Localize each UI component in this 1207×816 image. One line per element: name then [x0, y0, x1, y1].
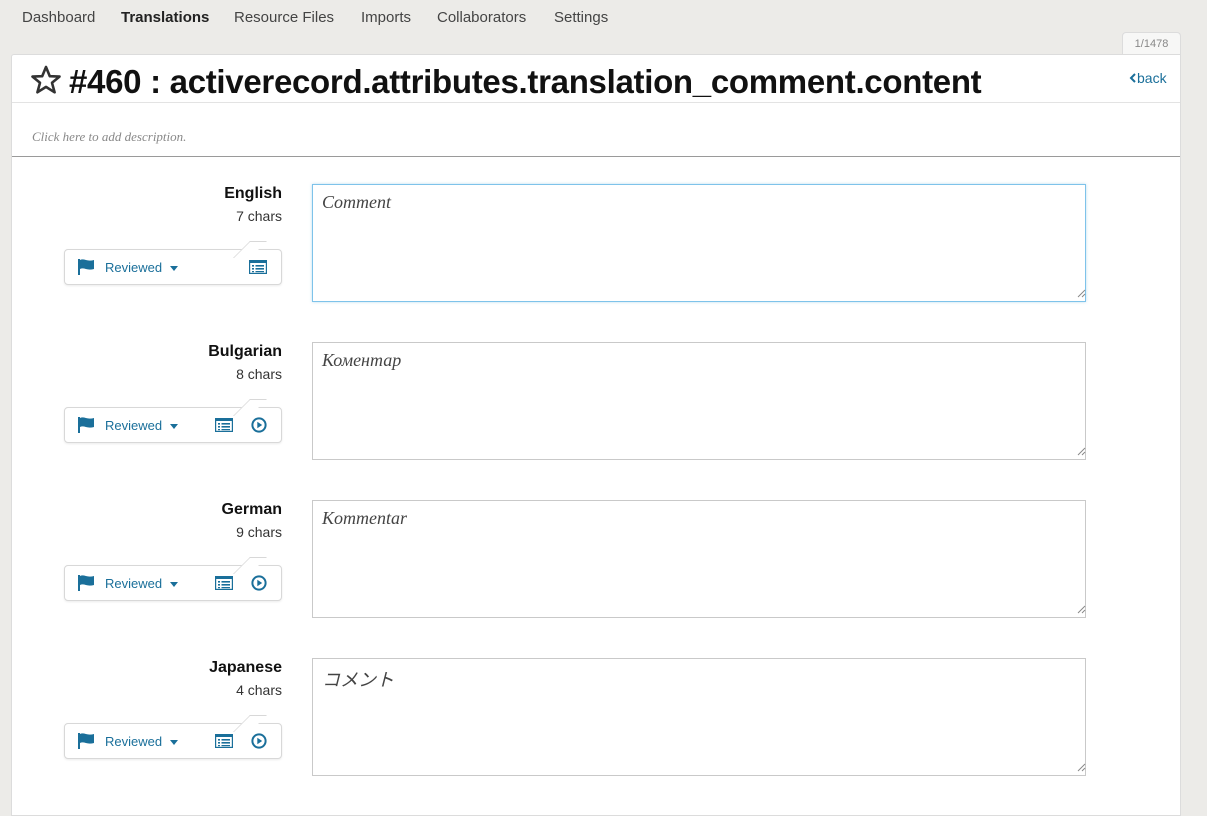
nav-imports[interactable]: Imports — [361, 9, 411, 26]
resize-handle-icon[interactable] — [1077, 289, 1086, 298]
status-dropdown[interactable]: Reviewed — [105, 418, 162, 433]
status-panel-pointer — [233, 399, 267, 416]
nav-translations[interactable]: Translations — [121, 9, 209, 26]
back-label: back — [1137, 70, 1167, 86]
translation-input[interactable]: Comment — [312, 184, 1086, 302]
nav-resource-files[interactable]: Resource Files — [234, 9, 334, 26]
status-panel: Reviewed — [64, 557, 282, 601]
play-circle-icon[interactable] — [251, 733, 267, 749]
translation-row-german: German 9 chars Reviewed Kommentar — [12, 500, 1180, 641]
language-name: German — [221, 501, 282, 518]
status-panel: Reviewed — [64, 715, 282, 759]
translation-row-english: English 7 chars Reviewed Comment — [12, 184, 1180, 325]
status-dropdown[interactable]: Reviewed — [105, 576, 162, 591]
resize-handle-icon[interactable] — [1077, 447, 1086, 456]
status-panel-pointer — [233, 241, 267, 258]
key-header: #460 : activerecord.attributes.translati… — [12, 55, 1180, 102]
char-count: 8 chars — [236, 366, 282, 382]
history-list-icon[interactable] — [215, 418, 233, 432]
resize-handle-icon[interactable] — [1077, 763, 1086, 772]
translation-input[interactable]: コメント — [312, 658, 1086, 776]
flag-icon[interactable] — [77, 417, 95, 433]
flag-icon[interactable] — [77, 575, 95, 591]
flag-icon[interactable] — [77, 259, 95, 275]
caret-down-icon[interactable] — [170, 740, 178, 745]
caret-down-icon[interactable] — [170, 424, 178, 429]
flag-icon[interactable] — [77, 733, 95, 749]
char-count: 4 chars — [236, 682, 282, 698]
status-panel-pointer — [233, 715, 267, 732]
char-count: 9 chars — [236, 524, 282, 540]
status-panel: Reviewed — [64, 241, 282, 285]
translation-row-bulgarian: Bulgarian 8 chars Reviewed Коментар — [12, 342, 1180, 483]
status-panel-pointer — [233, 557, 267, 574]
description-placeholder[interactable]: Click here to add description. — [32, 129, 186, 145]
play-circle-icon[interactable] — [251, 417, 267, 433]
status-dropdown[interactable]: Reviewed — [105, 260, 162, 275]
language-name: Japanese — [209, 659, 282, 676]
play-circle-icon[interactable] — [251, 575, 267, 591]
description-area[interactable]: Click here to add description. — [12, 102, 1180, 157]
status-panel: Reviewed — [64, 399, 282, 443]
top-navigation: Dashboard Translations Resource Files Im… — [0, 0, 1207, 38]
caret-down-icon[interactable] — [170, 582, 178, 587]
back-link[interactable]: back — [1129, 70, 1167, 86]
key-counter: 1/1478 — [1122, 32, 1181, 55]
key-title: #460 : activerecord.attributes.translati… — [69, 63, 982, 100]
char-count: 7 chars — [236, 208, 282, 224]
language-name: English — [224, 185, 282, 202]
translation-key-card: #460 : activerecord.attributes.translati… — [11, 54, 1181, 816]
nav-collaborators[interactable]: Collaborators — [437, 9, 526, 26]
nav-settings[interactable]: Settings — [554, 9, 608, 26]
resize-handle-icon[interactable] — [1077, 605, 1086, 614]
chevron-left-icon — [1129, 73, 1136, 83]
translation-input[interactable]: Коментар — [312, 342, 1086, 460]
language-name: Bulgarian — [208, 343, 282, 360]
history-list-icon[interactable] — [249, 260, 267, 274]
caret-down-icon[interactable] — [170, 266, 178, 271]
translation-row-japanese: Japanese 4 chars Reviewed コメント — [12, 658, 1180, 799]
translation-input[interactable]: Kommentar — [312, 500, 1086, 618]
history-list-icon[interactable] — [215, 576, 233, 590]
history-list-icon[interactable] — [215, 734, 233, 748]
star-icon[interactable] — [30, 65, 62, 95]
status-dropdown[interactable]: Reviewed — [105, 734, 162, 749]
nav-dashboard[interactable]: Dashboard — [22, 9, 95, 26]
